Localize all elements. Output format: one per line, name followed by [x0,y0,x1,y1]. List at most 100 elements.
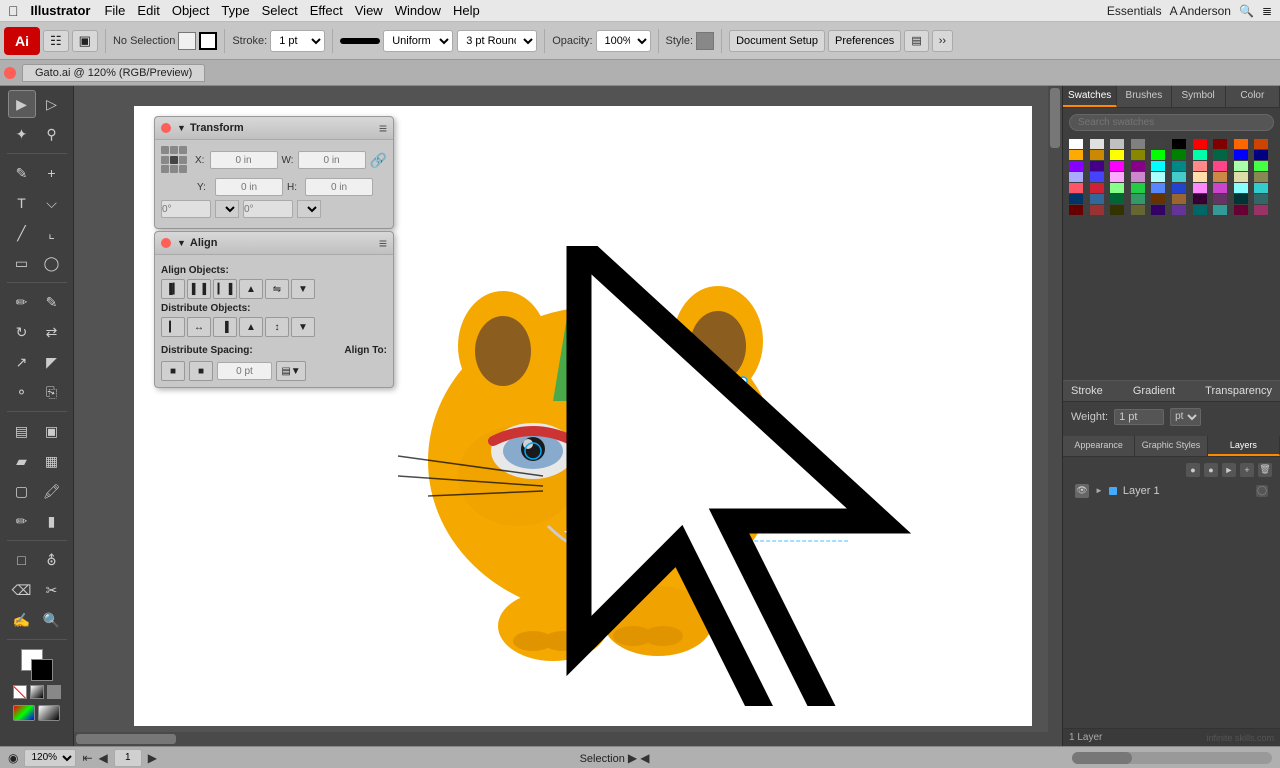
stroke-weight-unit-select[interactable]: pt [1170,408,1201,426]
dist-left-btn[interactable]: ▎ [161,317,185,337]
color-swatch-29[interactable] [1254,161,1268,171]
color-swatch-51[interactable] [1090,194,1104,204]
color-swatch-34[interactable] [1151,172,1165,182]
pattern-swatch[interactable] [47,685,61,699]
menu-window[interactable]: Window [395,3,441,18]
color-swatch-7[interactable] [1213,139,1227,149]
color-swatch-2[interactable] [1110,139,1124,149]
color-swatch-56[interactable] [1193,194,1207,204]
color-swatch-21[interactable] [1090,161,1104,171]
reflect-tool[interactable]: ⇄ [38,318,66,346]
transform-panel-collapse[interactable]: ▼ [177,123,186,133]
color-swatch-36[interactable] [1193,172,1207,182]
warp-tool[interactable]: ⚬ [8,378,36,406]
dist-right-btn[interactable]: ▐ [213,317,237,337]
shear-input[interactable] [243,200,293,218]
color-swatch-39[interactable] [1254,172,1268,182]
spacing-value-input[interactable] [217,362,272,380]
align-panel-menu[interactable]: ≡ [379,235,387,251]
x-input[interactable] [210,151,278,169]
dist-center-v-btn[interactable]: ↕ [265,317,289,337]
workspace-btn[interactable]: ☷ [43,30,69,52]
color-swatch-26[interactable] [1193,161,1207,171]
color-swatch-53[interactable] [1131,194,1145,204]
scale-tool[interactable]: ↗ [8,348,36,376]
color-swatch-12[interactable] [1110,150,1124,160]
color-swatch-4[interactable] [1151,139,1165,149]
color-swatch-49[interactable] [1254,183,1268,193]
document-setup-btn[interactable]: Document Setup [729,30,825,52]
gradient-tool[interactable]: ▢ [8,477,36,505]
rectangle-tool[interactable]: ▭ [8,249,36,277]
color-swatch-10[interactable] [1069,150,1083,160]
color-swatch-64[interactable] [1151,205,1165,215]
shear-select[interactable] [297,200,321,218]
color-swatch-61[interactable] [1090,205,1104,215]
swatches-search[interactable] [1069,114,1274,131]
apple-menu[interactable]:  [8,3,19,19]
slice-tool[interactable]: ⛢ [38,546,66,574]
search-icon[interactable]: 🔍 [1239,4,1254,18]
color-swatch-52[interactable] [1110,194,1124,204]
arrange-btn[interactable]: ▣ [72,30,98,52]
direct-selection-tool[interactable]: ▷ [38,90,66,118]
eyedropper-tool[interactable]: 🖍 [38,477,66,505]
mesh-tool[interactable]: ▦ [38,447,66,475]
menu-extra-icon[interactable]: ≣ [1262,4,1272,18]
color-swatch-37[interactable] [1213,172,1227,182]
arc-tool[interactable]: ⌞ [38,219,66,247]
magic-wand-tool[interactable]: ✦ [8,120,36,148]
color-swatch-54[interactable] [1151,194,1165,204]
ellipse-tool[interactable]: ◯ [38,249,66,277]
type-tool[interactable]: T [8,189,36,217]
stroke-weight-input[interactable] [1114,409,1164,425]
color-swatch-57[interactable] [1213,194,1227,204]
color-swatch-40[interactable] [1069,183,1083,193]
color-swatch-46[interactable] [1193,183,1207,193]
layer-triangle-icon[interactable]: ► [1095,486,1103,495]
canvas-area[interactable]: ▼ Transform ≡ [74,86,1062,746]
color-swatch-3[interactable] [1131,139,1145,149]
stroke-color-box[interactable] [199,32,217,50]
color-mode-bw[interactable] [38,705,60,721]
color-swatch-15[interactable] [1172,150,1186,160]
color-swatch-25[interactable] [1172,161,1186,171]
shape-builder-tool[interactable]: ▤ [8,417,36,445]
align-to-btn[interactable]: ▤▼ [276,361,306,381]
shear-tool[interactable]: ◤ [38,348,66,376]
page-input[interactable] [114,749,142,767]
vertical-scrollbar[interactable] [1048,86,1062,746]
layer-delete-btn[interactable]: 🗑 [1258,463,1272,477]
color-swatch-55[interactable] [1172,194,1186,204]
next-page-btn[interactable]: ▶ [148,751,157,765]
tab-color[interactable]: Color [1226,86,1280,107]
color-swatch-67[interactable] [1213,205,1227,215]
tab-graphic-styles[interactable]: Graphic Styles [1135,436,1207,456]
layer-lock-icon[interactable]: ◯ [1256,485,1268,497]
color-swatch-44[interactable] [1151,183,1165,193]
play-btn[interactable]: ▶ [628,751,637,765]
pen-tool[interactable]: ✎ [8,159,36,187]
horizontal-scrollbar-thumb[interactable] [76,734,176,744]
graph-tool[interactable]: ✏ [8,507,36,535]
color-swatch-31[interactable] [1090,172,1104,182]
vertical-scrollbar-thumb[interactable] [1050,88,1060,148]
color-swatch-42[interactable] [1110,183,1124,193]
color-swatch-6[interactable] [1193,139,1207,149]
w-input[interactable] [298,151,366,169]
color-swatch-18[interactable] [1234,150,1248,160]
zoom-tool[interactable]: 🔍 [38,606,66,634]
color-swatch-14[interactable] [1151,150,1165,160]
bar-chart-tool[interactable]: ▮ [38,507,66,535]
live-paint-tool[interactable]: ▣ [38,417,66,445]
free-transform-tool[interactable]: ⎘ [38,378,66,406]
fill-color-box[interactable] [178,32,196,50]
pencil-tool[interactable]: ✎ [38,288,66,316]
extra-options[interactable]: ›› [932,30,953,52]
rotate-input[interactable] [161,200,211,218]
add-anchor-tool[interactable]: + [38,159,66,187]
menu-select[interactable]: Select [262,3,298,18]
hand-tool[interactable]: ✍ [8,606,36,634]
transform-panel-header[interactable]: ▼ Transform ≡ [155,117,393,140]
layer-1-item[interactable]: 👁 ► Layer 1 ◯ [1071,481,1272,501]
